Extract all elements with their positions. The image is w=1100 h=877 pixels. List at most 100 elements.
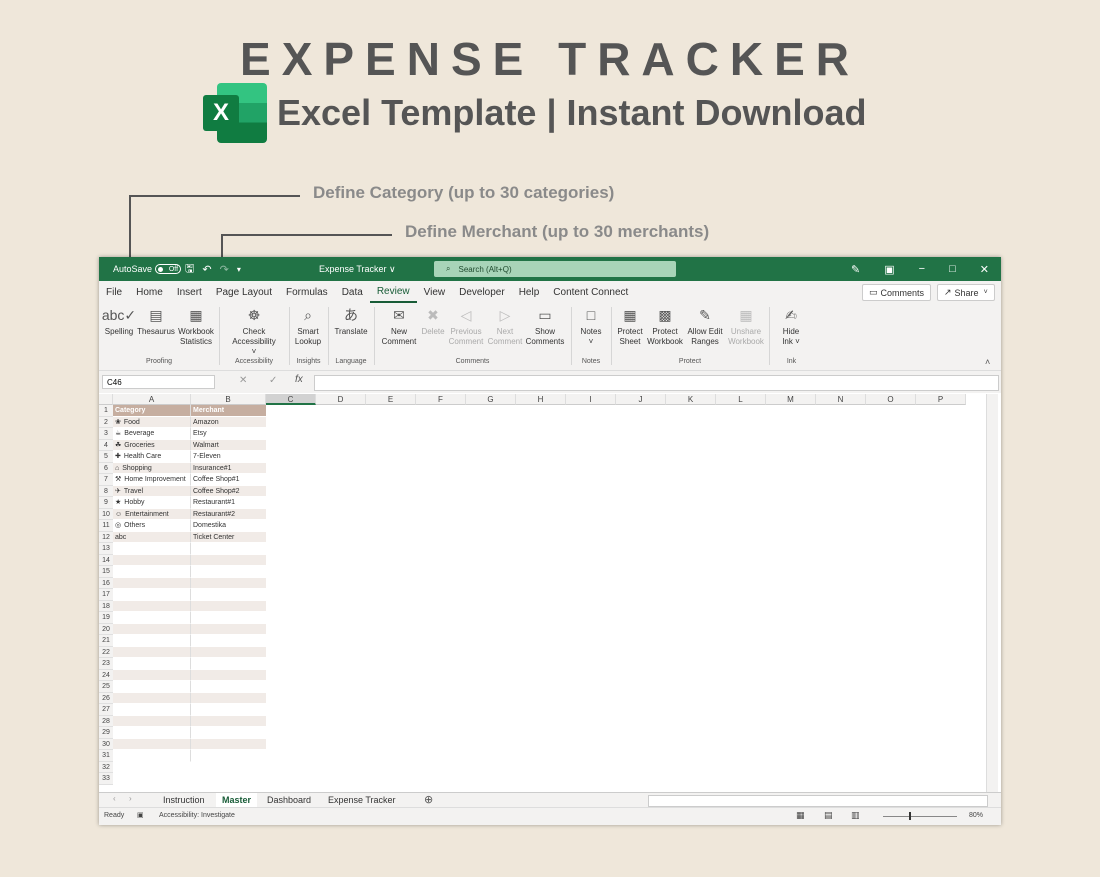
share-button[interactable]: ↗ Share ˅ bbox=[937, 284, 995, 301]
column-header-I[interactable]: I bbox=[566, 394, 616, 405]
redo-icon[interactable]: ↷ bbox=[220, 263, 229, 276]
row-header[interactable]: 13 bbox=[99, 543, 113, 555]
tab-home[interactable]: Home bbox=[129, 281, 170, 303]
sheet-tab-expense-tracker[interactable]: Expense Tracker bbox=[322, 793, 402, 807]
merchant-cell[interactable]: Restaurant#1 bbox=[191, 497, 266, 509]
merchant-cell[interactable] bbox=[191, 589, 266, 601]
row-header[interactable]: 31 bbox=[99, 750, 113, 762]
tab-view[interactable]: View bbox=[417, 281, 453, 303]
ribbon-button-hide[interactable]: ✍ Hide Ink ˅ bbox=[769, 305, 813, 347]
row-header[interactable]: 29 bbox=[99, 727, 113, 739]
category-cell[interactable] bbox=[113, 612, 191, 624]
row-header[interactable]: 30 bbox=[99, 738, 113, 750]
category-cell[interactable]: ❀ Food bbox=[113, 416, 191, 428]
row-header[interactable]: 2 bbox=[99, 416, 113, 428]
category-cell[interactable]: ☺ Entertainment bbox=[113, 508, 191, 520]
cancel-icon[interactable]: ✕ bbox=[239, 375, 247, 386]
row-header[interactable]: 11 bbox=[99, 520, 113, 532]
collapse-ribbon-icon[interactable]: ˄ bbox=[985, 357, 990, 367]
ribbon-button-check[interactable]: ☸ Check Accessibility ˅ bbox=[232, 305, 276, 357]
row-header[interactable]: 28 bbox=[99, 715, 113, 727]
category-cell[interactable] bbox=[113, 646, 191, 658]
row-header[interactable]: 20 bbox=[99, 623, 113, 635]
column-header-A[interactable]: A bbox=[113, 394, 191, 405]
formula-input[interactable] bbox=[314, 375, 999, 391]
autosave-toggle[interactable]: AutoSave Off bbox=[113, 257, 182, 281]
tab-insert[interactable]: Insert bbox=[170, 281, 209, 303]
category-cell[interactable] bbox=[113, 600, 191, 612]
column-header-O[interactable]: O bbox=[866, 394, 916, 405]
ribbon-display-icon[interactable]: ▣ bbox=[884, 263, 894, 276]
merchant-cell[interactable] bbox=[191, 681, 266, 693]
merchant-cell[interactable]: Etsy bbox=[191, 428, 266, 440]
row-header[interactable]: 5 bbox=[99, 451, 113, 463]
column-header-N[interactable]: N bbox=[816, 394, 866, 405]
column-header-D[interactable]: D bbox=[316, 394, 366, 405]
insert-function-icon[interactable]: fx bbox=[295, 374, 303, 385]
ribbon-button-unshare[interactable]: ▦ Unshare Workbook bbox=[724, 305, 768, 347]
merchant-cell[interactable]: Ticket Center bbox=[191, 531, 266, 543]
merchant-cell[interactable] bbox=[191, 750, 266, 762]
merchant-cell[interactable] bbox=[191, 554, 266, 566]
row-header[interactable]: 24 bbox=[99, 669, 113, 681]
merchant-cell[interactable]: Coffee Shop#1 bbox=[191, 474, 266, 486]
ribbon-button-thesaurus[interactable]: ▤ Thesaurus bbox=[134, 305, 178, 337]
merchant-cell[interactable] bbox=[191, 704, 266, 716]
row-header[interactable]: 23 bbox=[99, 658, 113, 670]
ribbon-button-allow-edit[interactable]: ✎ Allow Edit Ranges bbox=[683, 305, 727, 347]
merchant-cell[interactable]: Amazon bbox=[191, 416, 266, 428]
category-cell[interactable]: abc bbox=[113, 531, 191, 543]
merchant-cell[interactable] bbox=[191, 623, 266, 635]
category-cell[interactable] bbox=[113, 554, 191, 566]
ribbon-button-notes[interactable]: □ Notes ˅ bbox=[569, 305, 613, 347]
column-header-E[interactable]: E bbox=[366, 394, 416, 405]
row-header[interactable]: 27 bbox=[99, 704, 113, 716]
merchant-cell[interactable] bbox=[191, 727, 266, 739]
merchant-cell[interactable] bbox=[191, 566, 266, 578]
merchant-cell[interactable] bbox=[191, 612, 266, 624]
column-header-P[interactable]: P bbox=[916, 394, 966, 405]
row-header[interactable]: 15 bbox=[99, 566, 113, 578]
category-cell[interactable] bbox=[113, 623, 191, 635]
maximize-icon[interactable]: □ bbox=[949, 263, 956, 275]
sheet-tab-instruction[interactable]: Instruction bbox=[157, 793, 211, 807]
ribbon-button-protect[interactable]: ▩ Protect Workbook bbox=[643, 305, 687, 347]
merchant-cell[interactable] bbox=[191, 635, 266, 647]
merchant-cell[interactable] bbox=[191, 669, 266, 681]
category-cell[interactable] bbox=[113, 681, 191, 693]
tab-review[interactable]: Review bbox=[369, 281, 417, 303]
merchant-cell[interactable] bbox=[191, 738, 266, 750]
ribbon-button-smart[interactable]: ⌕ Smart Lookup bbox=[286, 305, 330, 347]
tab-data[interactable]: Data bbox=[335, 281, 370, 303]
tab-help[interactable]: Help bbox=[512, 281, 547, 303]
tab-content-connect[interactable]: Content Connect bbox=[546, 281, 635, 303]
category-cell[interactable] bbox=[113, 589, 191, 601]
normal-view-icon[interactable]: ▦ bbox=[796, 810, 805, 821]
minimize-icon[interactable]: − bbox=[919, 263, 925, 275]
row-header[interactable]: 3 bbox=[99, 428, 113, 440]
row-header[interactable]: 12 bbox=[99, 531, 113, 543]
header-cell-category[interactable]: Category bbox=[113, 405, 191, 417]
category-cell[interactable]: ✚ Health Care bbox=[113, 451, 191, 463]
pen-icon[interactable]: ✎ bbox=[851, 263, 860, 276]
add-sheet-icon[interactable]: ⊕ bbox=[424, 793, 433, 806]
category-cell[interactable] bbox=[113, 543, 191, 555]
merchant-cell[interactable] bbox=[191, 692, 266, 704]
window-title[interactable]: Expense Tracker ∨ bbox=[319, 257, 396, 281]
ribbon-button-translate[interactable]: あ Translate bbox=[329, 305, 373, 337]
zoom-slider[interactable] bbox=[883, 816, 957, 817]
row-header[interactable]: 14 bbox=[99, 554, 113, 566]
row-header[interactable]: 4 bbox=[99, 439, 113, 451]
merchant-cell[interactable] bbox=[191, 543, 266, 555]
worksheet-grid[interactable]: A B C D E F G H I J K L M N O P 1 Category Merchant 2 ❀ Food A… bbox=[99, 394, 1001, 792]
column-header-C[interactable]: C bbox=[266, 394, 316, 405]
merchant-cell[interactable] bbox=[191, 600, 266, 612]
category-cell[interactable]: ◎ Others bbox=[113, 520, 191, 532]
merchant-cell[interactable] bbox=[191, 658, 266, 670]
zoom-slider-thumb[interactable] bbox=[909, 812, 911, 820]
zoom-level[interactable]: 80% bbox=[969, 812, 983, 819]
row-header[interactable]: 32 bbox=[99, 761, 113, 773]
merchant-cell[interactable] bbox=[191, 715, 266, 727]
category-cell[interactable] bbox=[113, 750, 191, 762]
category-cell[interactable] bbox=[113, 692, 191, 704]
